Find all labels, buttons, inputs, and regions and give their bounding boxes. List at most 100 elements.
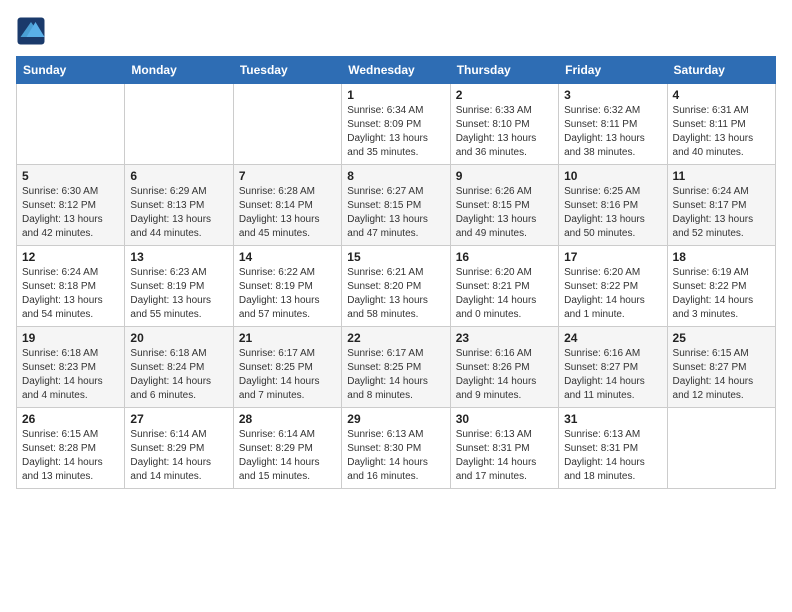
day-detail: Sunrise: 6:16 AMSunset: 8:26 PMDaylight:… — [456, 347, 553, 403]
day-cell: 5 Sunrise: 6:30 AMSunset: 8:12 PMDaylight… — [17, 165, 125, 246]
logo-icon — [16, 16, 46, 46]
day-detail: Sunrise: 6:17 AMSunset: 8:25 PMDaylight:… — [239, 347, 336, 403]
day-detail: Sunrise: 6:22 AMSunset: 8:19 PMDaylight:… — [239, 266, 336, 322]
day-number: 1 — [347, 88, 444, 102]
day-number: 7 — [239, 169, 336, 183]
day-number: 2 — [456, 88, 553, 102]
day-cell: 21Sunrise: 6:17 AMSunset: 8:25 PMDayligh… — [233, 327, 341, 408]
column-header-wednesday: Wednesday — [342, 57, 450, 84]
day-detail: Sunrise: 6:16 AMSunset: 8:27 PMDaylight:… — [564, 347, 661, 403]
calendar-table: SundayMondayTuesdayWednesdayThursdayFrid… — [16, 56, 776, 489]
header — [16, 16, 776, 46]
day-cell: 24 Sunrise: 6:16 AMSunset: 8:27 PMDayligh… — [559, 327, 667, 408]
day-detail: Sunrise: 6:21 AMSunset: 8:20 PMDaylight:… — [347, 266, 444, 322]
day-number: 9 — [456, 169, 553, 183]
column-header-monday: Monday — [125, 57, 233, 84]
day-detail: Sunrise: 6:14 AMSunset: 8:29 PMDaylight:… — [239, 428, 336, 484]
week-row-1: 1 Sunrise: 6:34 AMSunset: 8:09 PMDaylight… — [17, 84, 776, 165]
day-detail: Sunrise: 6:27 AMSunset: 8:15 PMDaylight:… — [347, 185, 444, 241]
day-number: 8 — [347, 169, 444, 183]
column-header-saturday: Saturday — [667, 57, 775, 84]
logo — [16, 16, 50, 46]
day-cell: 30 Sunrise: 6:13 AMSunset: 8:31 PMDayligh… — [450, 408, 558, 489]
day-cell: 31 Sunrise: 6:13 AMSunset: 8:31 PMDayligh… — [559, 408, 667, 489]
day-number: 3 — [564, 88, 661, 102]
day-cell: 12Sunrise: 6:24 AMSunset: 8:18 PMDayligh… — [17, 246, 125, 327]
day-cell: 9 Sunrise: 6:26 AMSunset: 8:15 PMDaylight… — [450, 165, 558, 246]
day-detail: Sunrise: 6:18 AMSunset: 8:24 PMDaylight:… — [130, 347, 227, 403]
day-detail: Sunrise: 6:24 AMSunset: 8:17 PMDaylight:… — [673, 185, 770, 241]
day-detail: Sunrise: 6:17 AMSunset: 8:25 PMDaylight:… — [347, 347, 444, 403]
day-number: 24 — [564, 331, 661, 345]
day-number: 5 — [22, 169, 119, 183]
day-cell: 6Sunrise: 6:29 AMSunset: 8:13 PMDaylight… — [125, 165, 233, 246]
day-cell: 29 Sunrise: 6:13 AMSunset: 8:30 PMDayligh… — [342, 408, 450, 489]
day-number: 14 — [239, 250, 336, 264]
day-number: 22 — [347, 331, 444, 345]
day-detail: Sunrise: 6:33 AMSunset: 8:10 PMDaylight:… — [456, 104, 553, 160]
day-number: 29 — [347, 412, 444, 426]
day-cell — [125, 84, 233, 165]
day-detail: Sunrise: 6:23 AMSunset: 8:19 PMDaylight:… — [130, 266, 227, 322]
day-number: 13 — [130, 250, 227, 264]
day-number: 23 — [456, 331, 553, 345]
day-detail: Sunrise: 6:32 AMSunset: 8:11 PMDaylight:… — [564, 104, 661, 160]
day-detail: Sunrise: 6:34 AMSunset: 8:09 PMDaylight:… — [347, 104, 444, 160]
day-detail: Sunrise: 6:26 AMSunset: 8:15 PMDaylight:… — [456, 185, 553, 241]
day-detail: Sunrise: 6:30 AMSunset: 8:12 PMDaylight:… — [22, 185, 119, 241]
day-cell: 23 Sunrise: 6:16 AMSunset: 8:26 PMDayligh… — [450, 327, 558, 408]
day-cell — [667, 408, 775, 489]
day-number: 25 — [673, 331, 770, 345]
day-cell: 10Sunrise: 6:25 AMSunset: 8:16 PMDayligh… — [559, 165, 667, 246]
column-header-friday: Friday — [559, 57, 667, 84]
day-number: 28 — [239, 412, 336, 426]
day-cell: 16Sunrise: 6:20 AMSunset: 8:21 PMDayligh… — [450, 246, 558, 327]
day-number: 12 — [22, 250, 119, 264]
day-cell: 2 Sunrise: 6:33 AMSunset: 8:10 PMDaylight… — [450, 84, 558, 165]
day-cell: 13 Sunrise: 6:23 AMSunset: 8:19 PMDayligh… — [125, 246, 233, 327]
day-detail: Sunrise: 6:31 AMSunset: 8:11 PMDaylight:… — [673, 104, 770, 160]
header-row: SundayMondayTuesdayWednesdayThursdayFrid… — [17, 57, 776, 84]
day-number: 19 — [22, 331, 119, 345]
day-detail: Sunrise: 6:15 AMSunset: 8:28 PMDaylight:… — [22, 428, 119, 484]
day-cell — [17, 84, 125, 165]
day-detail: Sunrise: 6:15 AMSunset: 8:27 PMDaylight:… — [673, 347, 770, 403]
day-number: 11 — [673, 169, 770, 183]
week-row-3: 12Sunrise: 6:24 AMSunset: 8:18 PMDayligh… — [17, 246, 776, 327]
day-cell: 22 Sunrise: 6:17 AMSunset: 8:25 PMDayligh… — [342, 327, 450, 408]
day-cell: 1 Sunrise: 6:34 AMSunset: 8:09 PMDaylight… — [342, 84, 450, 165]
day-cell: 15 Sunrise: 6:21 AMSunset: 8:20 PMDayligh… — [342, 246, 450, 327]
day-cell: 26 Sunrise: 6:15 AMSunset: 8:28 PMDayligh… — [17, 408, 125, 489]
day-cell: 4 Sunrise: 6:31 AMSunset: 8:11 PMDaylight… — [667, 84, 775, 165]
day-number: 16 — [456, 250, 553, 264]
day-cell: 27Sunrise: 6:14 AMSunset: 8:29 PMDayligh… — [125, 408, 233, 489]
day-detail: Sunrise: 6:18 AMSunset: 8:23 PMDaylight:… — [22, 347, 119, 403]
day-detail: Sunrise: 6:29 AMSunset: 8:13 PMDaylight:… — [130, 185, 227, 241]
day-detail: Sunrise: 6:20 AMSunset: 8:22 PMDaylight:… — [564, 266, 661, 322]
day-cell: 8 Sunrise: 6:27 AMSunset: 8:15 PMDaylight… — [342, 165, 450, 246]
column-header-thursday: Thursday — [450, 57, 558, 84]
day-cell: 18 Sunrise: 6:19 AMSunset: 8:22 PMDayligh… — [667, 246, 775, 327]
day-number: 30 — [456, 412, 553, 426]
day-cell: 19 Sunrise: 6:18 AMSunset: 8:23 PMDayligh… — [17, 327, 125, 408]
day-number: 4 — [673, 88, 770, 102]
day-number: 17 — [564, 250, 661, 264]
day-cell: 3 Sunrise: 6:32 AMSunset: 8:11 PMDaylight… — [559, 84, 667, 165]
day-number: 31 — [564, 412, 661, 426]
day-cell: 28 Sunrise: 6:14 AMSunset: 8:29 PMDayligh… — [233, 408, 341, 489]
day-detail: Sunrise: 6:13 AMSunset: 8:31 PMDaylight:… — [564, 428, 661, 484]
day-detail: Sunrise: 6:13 AMSunset: 8:31 PMDaylight:… — [456, 428, 553, 484]
day-cell: 14 Sunrise: 6:22 AMSunset: 8:19 PMDayligh… — [233, 246, 341, 327]
day-cell: 7Sunrise: 6:28 AMSunset: 8:14 PMDaylight… — [233, 165, 341, 246]
day-detail: Sunrise: 6:19 AMSunset: 8:22 PMDaylight:… — [673, 266, 770, 322]
week-row-2: 5 Sunrise: 6:30 AMSunset: 8:12 PMDaylight… — [17, 165, 776, 246]
day-number: 26 — [22, 412, 119, 426]
day-cell: 11 Sunrise: 6:24 AMSunset: 8:17 PMDayligh… — [667, 165, 775, 246]
day-detail: Sunrise: 6:13 AMSunset: 8:30 PMDaylight:… — [347, 428, 444, 484]
week-row-4: 19 Sunrise: 6:18 AMSunset: 8:23 PMDayligh… — [17, 327, 776, 408]
day-number: 15 — [347, 250, 444, 264]
day-number: 27 — [130, 412, 227, 426]
day-number: 18 — [673, 250, 770, 264]
day-cell: 17 Sunrise: 6:20 AMSunset: 8:22 PMDayligh… — [559, 246, 667, 327]
day-detail: Sunrise: 6:25 AMSunset: 8:16 PMDaylight:… — [564, 185, 661, 241]
